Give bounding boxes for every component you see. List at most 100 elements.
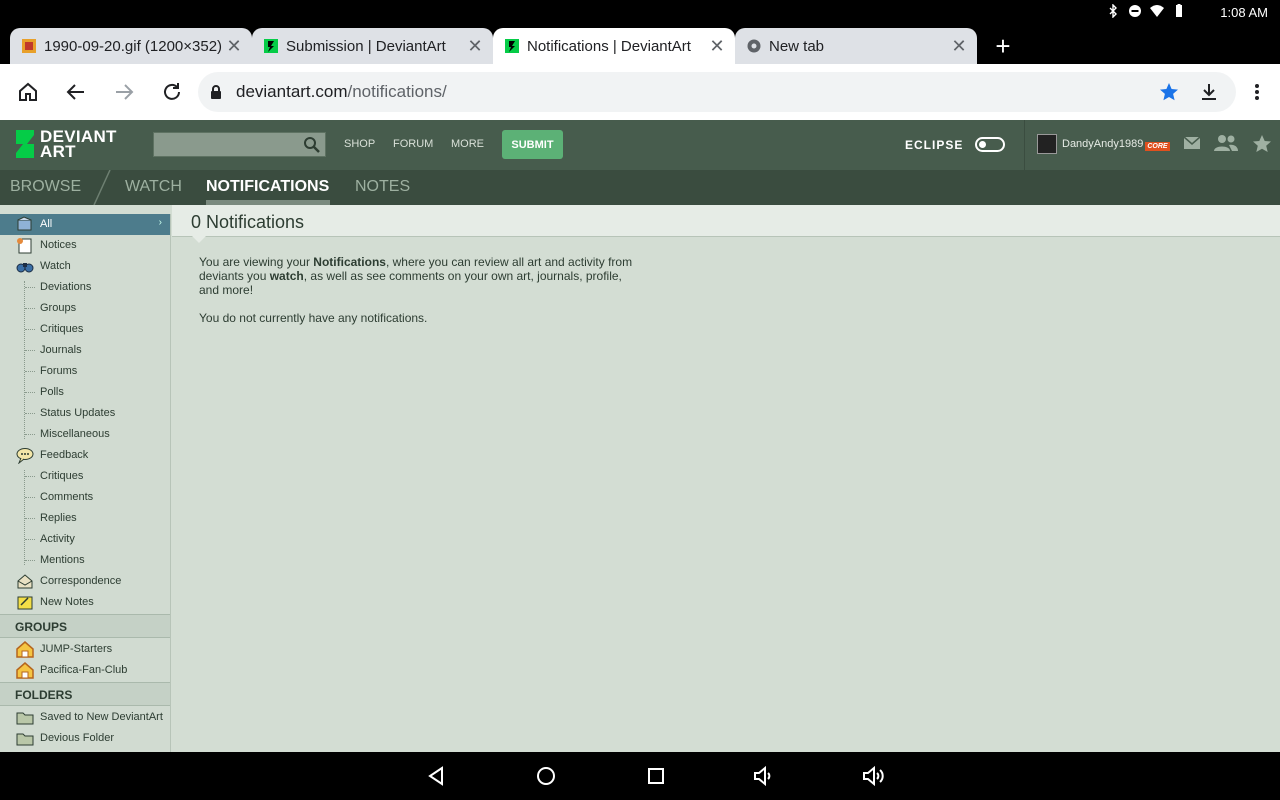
- sidebar-item-journals[interactable]: Journals: [0, 340, 170, 361]
- sidebar-item-miscellaneous[interactable]: Miscellaneous: [0, 424, 170, 445]
- tree-branch: [25, 287, 35, 288]
- intro-text: You are viewing your Notifications, wher…: [199, 255, 639, 297]
- home-button[interactable]: [14, 78, 42, 106]
- close-tab-icon[interactable]: ✕: [222, 36, 246, 57]
- star-filled-icon: [1160, 83, 1178, 101]
- status-icons: [1106, 4, 1186, 18]
- deviantart-logo-icon: [16, 130, 34, 158]
- sidebar-item-forums[interactable]: Forums: [0, 361, 170, 382]
- favourites-star-icon[interactable]: [1252, 134, 1272, 154]
- group-house-icon: [16, 662, 34, 679]
- main-content: 0 Notifications You are viewing your Not…: [172, 205, 1280, 752]
- address-bar[interactable]: deviantart.com/notifications/: [198, 72, 1236, 112]
- nav-more[interactable]: MORE: [451, 138, 484, 150]
- page-title: 0 Notifications: [191, 212, 305, 232]
- reload-button[interactable]: [158, 78, 186, 106]
- menu-button[interactable]: [1243, 78, 1271, 106]
- subnav-notes[interactable]: NOTES: [355, 178, 410, 196]
- toggle-knob: [979, 141, 986, 148]
- tree-branch: [25, 497, 35, 498]
- tab-image[interactable]: 1990-09-20.gif (1200×352) ✕: [10, 28, 252, 64]
- subnav-notifications[interactable]: NOTIFICATIONS: [206, 178, 329, 196]
- tab-submission[interactable]: Submission | DeviantArt ✕: [252, 28, 493, 64]
- sidebar-item-feedback[interactable]: Feedback: [0, 445, 170, 466]
- subnav-browse[interactable]: BROWSE: [10, 178, 81, 196]
- sidebar-item-replies[interactable]: Replies: [0, 508, 170, 529]
- android-status-bar: 1:08 AM: [0, 0, 1280, 26]
- close-tab-icon[interactable]: ✕: [947, 36, 971, 57]
- dnd-icon: [1129, 5, 1141, 17]
- sidebar-item-groups[interactable]: Groups: [0, 298, 170, 319]
- nav-forum[interactable]: FORUM: [393, 138, 433, 150]
- sidebar-item-label: Journals: [40, 344, 82, 356]
- forward-arrow-icon: [116, 84, 134, 100]
- sidebar-item-deviations[interactable]: Deviations: [0, 277, 170, 298]
- sidebar-item-label: Notices: [40, 239, 77, 251]
- sidebar-item-label: JUMP-Starters: [40, 643, 113, 655]
- volume-down-icon[interactable]: [752, 764, 776, 788]
- sidebar-item-status-updates[interactable]: Status Updates: [0, 403, 170, 424]
- url-text: deviantart.com/notifications/: [236, 82, 447, 102]
- tree-branch: [25, 518, 35, 519]
- sidebar-item-label: Forums: [40, 365, 78, 377]
- eclipse-toggle[interactable]: [975, 137, 1005, 152]
- sidebar-item-comments[interactable]: Comments: [0, 487, 170, 508]
- sidebar-item-group-pacifica[interactable]: Pacifica-Fan-Club: [0, 660, 170, 681]
- sidebar-item-label: Miscellaneous: [40, 428, 110, 440]
- nav-shop[interactable]: SHOP: [344, 138, 375, 150]
- new-tab-button[interactable]: +: [988, 32, 1018, 60]
- correspondence-icon: [17, 574, 33, 589]
- back-button[interactable]: [62, 78, 90, 106]
- sidebar-item-notices[interactable]: Notices: [0, 235, 170, 256]
- submit-button[interactable]: SUBMIT: [502, 130, 563, 159]
- subnav-watch[interactable]: WATCH: [125, 178, 182, 196]
- groups-heading: GROUPS: [0, 614, 170, 638]
- sidebar-item-label: All: [40, 218, 53, 230]
- deviantart-icon: [264, 39, 278, 53]
- search-icon[interactable]: [303, 136, 321, 154]
- watchers-icon[interactable]: [1213, 134, 1239, 152]
- sidebar-item-group-jump-starters[interactable]: JUMP-Starters: [0, 639, 170, 660]
- recents-square-icon[interactable]: [644, 764, 668, 788]
- title-notch: [192, 236, 206, 243]
- sidebar-item-all[interactable]: All ›: [0, 214, 170, 235]
- sidebar-item-correspondence[interactable]: Correspondence: [0, 571, 170, 592]
- sidebar-item-feedback-critiques[interactable]: Critiques: [0, 466, 170, 487]
- close-tab-icon[interactable]: ✕: [463, 36, 487, 57]
- tab-notifications[interactable]: Notifications | DeviantArt ✕: [493, 28, 735, 64]
- deviantart-logo[interactable]: DEVIANT ART: [14, 128, 117, 161]
- sidebar-item-label: Polls: [40, 386, 64, 398]
- download-button[interactable]: [1195, 78, 1223, 106]
- tab-title: 1990-09-20.gif (1200×352): [44, 37, 222, 55]
- search-input[interactable]: [153, 132, 326, 157]
- sidebar-item-label: Groups: [40, 302, 77, 314]
- user-menu[interactable]: DandyAndy1989 CORE: [1037, 134, 1170, 154]
- forward-button[interactable]: [110, 78, 138, 106]
- tab-title: Notifications | DeviantArt: [527, 37, 691, 55]
- logo-line2: ART: [40, 142, 76, 161]
- tree-branch: [25, 392, 35, 393]
- sidebar-item-new-notes[interactable]: New Notes: [0, 592, 170, 613]
- tab-new[interactable]: New tab ✕: [735, 28, 977, 64]
- sidebar-item-folder-saved[interactable]: Saved to New DeviantArt: [0, 707, 170, 728]
- sidebar-item-polls[interactable]: Polls: [0, 382, 170, 403]
- mail-icon[interactable]: [1183, 134, 1201, 152]
- url-path: /notifications/: [347, 82, 447, 101]
- close-tab-icon[interactable]: ✕: [705, 36, 729, 57]
- home-circle-icon[interactable]: [534, 764, 558, 788]
- sidebar-item-mentions[interactable]: Mentions: [0, 550, 170, 571]
- sidebar-item-folder-devious[interactable]: Devious Folder: [0, 728, 170, 749]
- tree-branch: [25, 413, 35, 414]
- lock-icon: [211, 85, 221, 99]
- content-titlebar: 0 Notifications: [172, 205, 1280, 237]
- sidebar-item-label: Status Updates: [40, 407, 116, 419]
- back-triangle-icon[interactable]: [424, 764, 448, 788]
- sidebar-item-activity[interactable]: Activity: [0, 529, 170, 550]
- chevron-right-icon: ›: [158, 217, 162, 228]
- tree-branch: [25, 350, 35, 351]
- sidebar-item-watch[interactable]: Watch: [0, 256, 170, 277]
- mailbox-icon: [17, 216, 32, 231]
- volume-up-icon[interactable]: [862, 764, 886, 788]
- bookmark-star-button[interactable]: [1155, 78, 1183, 106]
- sidebar-item-critiques[interactable]: Critiques: [0, 319, 170, 340]
